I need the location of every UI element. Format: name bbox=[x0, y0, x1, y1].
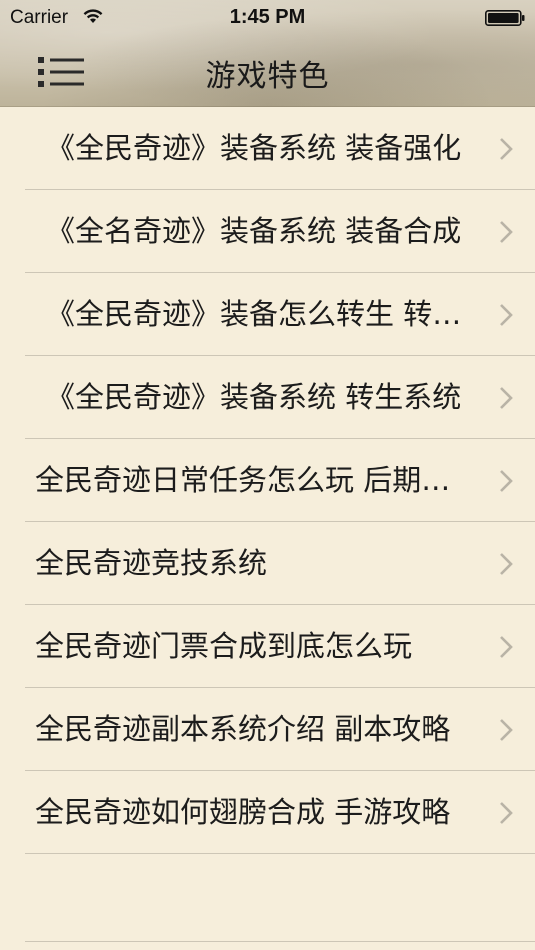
clock: 1:45 PM bbox=[229, 6, 306, 28]
status-bar: Carrier 1:45 PM bbox=[0, 0, 535, 36]
chevron-right-icon bbox=[500, 553, 513, 575]
chevron-right-icon bbox=[500, 138, 513, 160]
list-item[interactable]: 全民奇迹日常任务怎么玩 后期攻略 bbox=[0, 439, 535, 522]
chevron-right-icon bbox=[500, 470, 513, 492]
chevron-right-icon bbox=[500, 387, 513, 409]
list-item[interactable]: 《全民奇迹》装备系统 转生系统 bbox=[0, 356, 535, 439]
chevron-right-icon bbox=[500, 221, 513, 243]
list-item-label: 《全民奇迹》装备系统 转生系统 bbox=[46, 380, 462, 414]
page-title: 游戏特色 bbox=[205, 59, 330, 94]
list-item-label: 《全名奇迹》装备系统 装备合成 bbox=[46, 214, 462, 248]
list-item-label: 全民奇迹门票合成到底怎么玩 bbox=[35, 629, 413, 663]
list-item[interactable]: 《全民奇迹》装备系统 装备强化 bbox=[0, 107, 535, 190]
battery-icon bbox=[485, 10, 525, 26]
chevron-right-icon bbox=[500, 802, 513, 824]
list-bottom-divider bbox=[25, 941, 535, 942]
list-item-label: 全民奇迹如何翅膀合成 手游攻略 bbox=[35, 795, 451, 829]
list-item[interactable]: 全民奇迹门票合成到底怎么玩 bbox=[0, 605, 535, 688]
list-item-label: 《全民奇迹》装备怎么转生 转生攻略 bbox=[46, 297, 477, 331]
list-item-label: 全民奇迹竞技系统 bbox=[35, 546, 268, 580]
navigation-bar: 游戏特色 bbox=[0, 36, 535, 107]
chevron-right-icon bbox=[500, 636, 513, 658]
list-item-label: 全民奇迹副本系统介绍 副本攻略 bbox=[35, 712, 451, 746]
list-item[interactable]: 全民奇迹副本系统介绍 副本攻略 bbox=[0, 688, 535, 771]
list-item[interactable]: 《全名奇迹》装备系统 装备合成 bbox=[0, 190, 535, 273]
list-item[interactable]: 《全民奇迹》装备怎么转生 转生攻略 bbox=[0, 273, 535, 356]
top-bar: Carrier 1:45 PM 游戏特色 bbox=[0, 0, 535, 107]
chevron-right-icon bbox=[500, 304, 513, 326]
list-item-label: 全民奇迹日常任务怎么玩 后期攻略 bbox=[35, 463, 477, 497]
list-item[interactable]: 全民奇迹竞技系统 bbox=[0, 522, 535, 605]
list-item[interactable]: 全民奇迹如何翅膀合成 手游攻略 bbox=[0, 771, 535, 854]
list-item-label: 《全民奇迹》装备系统 装备强化 bbox=[46, 131, 462, 165]
article-list: 《全民奇迹》装备系统 装备强化 《全名奇迹》装备系统 装备合成 《全民奇迹》装备… bbox=[0, 107, 535, 854]
chevron-right-icon bbox=[500, 719, 513, 741]
